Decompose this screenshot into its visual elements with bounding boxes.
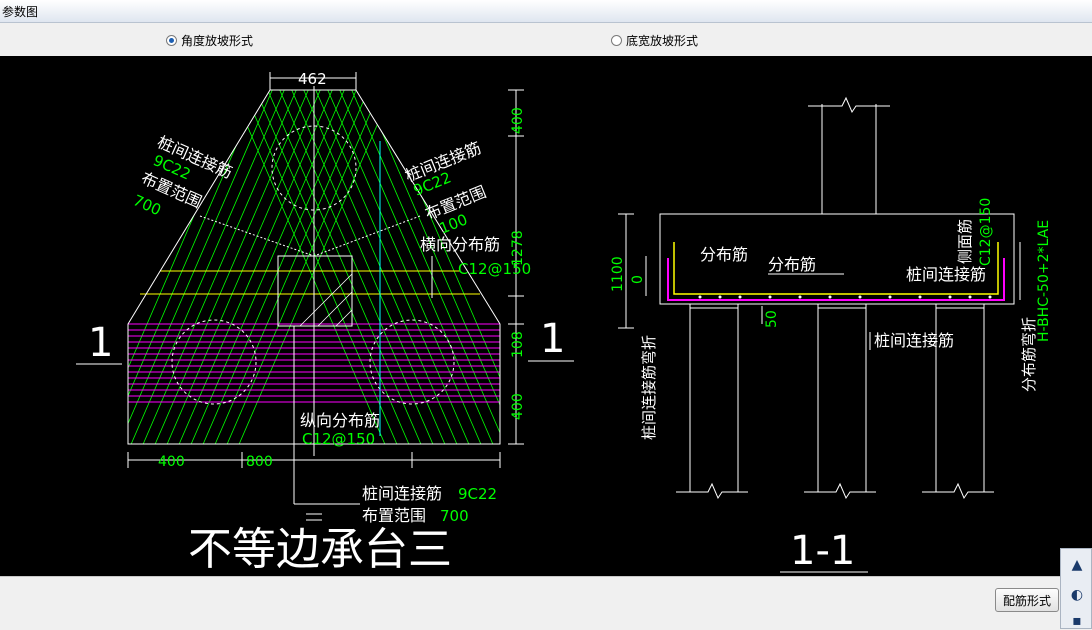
section-conn-label-top: 桩间连接筋 [906, 265, 986, 284]
hdist-value: C12@150 [458, 260, 531, 278]
section-view: 1100 0 50 分布筋 分布筋 桩间连接筋 桩间连接筋 侧面筋 C12@15… [610, 96, 1052, 574]
section-conn-label-bottom: 桩间连接筋 [874, 331, 954, 350]
pointer-icon[interactable]: ▲ [1069, 557, 1085, 573]
yellow-rebar-lines [140, 270, 480, 295]
section-dist-label-2: 分布筋 [768, 255, 816, 274]
dim-400-left: 400 [158, 454, 185, 470]
drawing-canvas: 462 400 1278 108 400 400 800 1 1 桩间连接筋 9… [0, 56, 1092, 576]
bottom-range-value: 700 [440, 507, 469, 525]
leader-left [199, 215, 315, 257]
section-dim-50: 50 [764, 310, 780, 328]
section-title: 1-1 [790, 528, 855, 574]
width-slope-label: 底宽放坡形式 [626, 34, 699, 48]
moon-icon[interactable]: ◐ [1069, 587, 1085, 603]
angle-slope-label: 角度放坡形式 [181, 34, 254, 48]
window-titlebar: 参数图 [0, 0, 1092, 23]
bottom-conn-value: 9C22 [458, 485, 497, 503]
cad-drawing: 462 400 1278 108 400 400 800 1 1 桩间连接筋 9… [76, 70, 1052, 575]
plan-title: 不等边承台三 [188, 524, 452, 575]
side-tool-panel: ▲ ◐ ▪ [1060, 548, 1092, 629]
dim-400-bottom: 400 [510, 393, 526, 420]
leader-right [313, 215, 421, 257]
dim-800: 800 [246, 454, 273, 470]
left-range-value: 700 [130, 191, 163, 219]
plan-view: 462 400 1278 108 400 400 800 1 1 桩间连接筋 9… [76, 70, 574, 575]
vdist-value: C12@150 [302, 430, 375, 448]
bottom-conn-label: 桩间连接筋 [362, 484, 442, 503]
option-bar: 角度放坡形式 底宽放坡形式 [0, 23, 1092, 57]
rebar-config-button[interactable]: 配筋形式 [995, 588, 1059, 612]
pile-right [369, 319, 455, 405]
window-title: 参数图 [2, 5, 39, 19]
bottom-range-label: 布置范围 [362, 506, 426, 525]
section-mark-right: 1 [540, 316, 565, 362]
vdist-label: 纵向分布筋 [300, 411, 380, 430]
section-bend-left: 桩间连接筋弯折 [640, 335, 658, 440]
tool-icon[interactable]: ▪ [1069, 613, 1085, 629]
section-dim-1100: 1100 [610, 256, 626, 292]
section-dim-0: 0 [630, 275, 646, 284]
dim-108: 108 [510, 331, 526, 358]
section-side-value: C12@150 [978, 198, 994, 266]
section-formula: H-BHC-50+2*LAE [1036, 220, 1052, 342]
dim-462: 462 [298, 70, 327, 88]
width-slope-radio[interactable]: 底宽放坡形式 [611, 32, 698, 49]
radio-checked-icon[interactable] [166, 35, 177, 46]
section-rebar-dots [698, 295, 992, 299]
section-column [808, 96, 890, 214]
angle-slope-radio[interactable]: 角度放坡形式 [166, 32, 253, 49]
section-side-label: 侧面筋 [956, 219, 974, 264]
section-dist-label-1: 分布筋 [700, 245, 748, 264]
bottom-toolbar: 配筋形式 [0, 576, 1092, 630]
radio-unchecked-icon[interactable] [611, 35, 622, 46]
hdist-label: 横向分布筋 [420, 235, 500, 254]
section-mark-left: 1 [88, 320, 113, 366]
dim-400-top: 400 [510, 107, 526, 134]
column-hatch [299, 273, 353, 327]
